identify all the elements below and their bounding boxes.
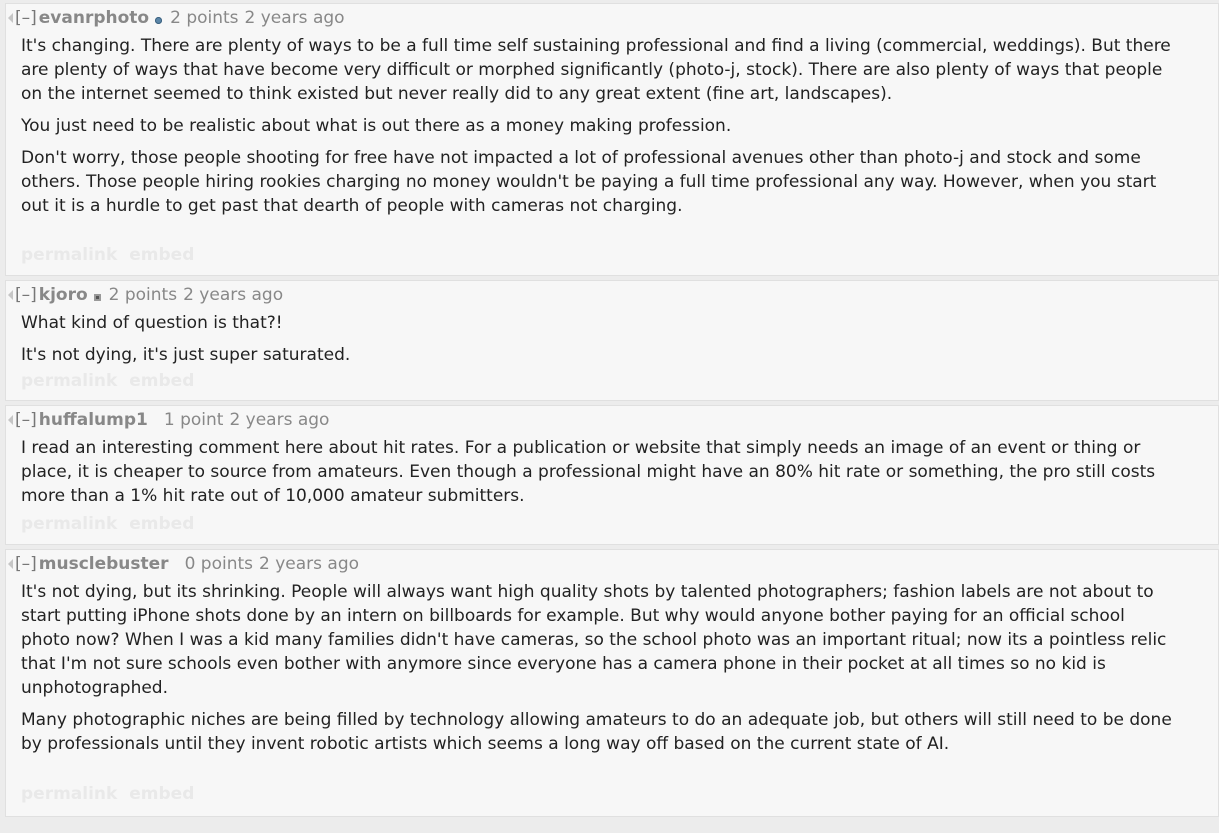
comment-body: It's not dying, but its shrinking. Peopl…: [21, 580, 1178, 764]
comment-paragraph: It's changing. There are plenty of ways …: [21, 36, 1171, 104]
embed-link[interactable]: embed: [129, 245, 194, 265]
collapse-toggle[interactable]: [–]: [15, 8, 37, 28]
collapse-arrow-icon[interactable]: [8, 13, 13, 23]
author-link[interactable]: huffalump1: [39, 410, 148, 430]
globe-icon: [155, 16, 163, 24]
comment-time: 2 years ago: [244, 8, 345, 28]
comment-time: 2 years ago: [183, 285, 284, 305]
comment-paragraph: I read an interesting comment here about…: [21, 438, 1156, 506]
comment-body: What kind of question is that?! It's not…: [21, 311, 1178, 375]
comment: [–] evanrphoto 2 points 2 years ago It's…: [5, 3, 1219, 276]
comment-buttons: permalink embed: [21, 514, 200, 534]
comment-tagline: [–] huffalump1 1 point 2 years ago: [8, 409, 329, 431]
comment-buttons: permalink embed: [21, 245, 200, 265]
permalink-link[interactable]: permalink: [21, 514, 117, 534]
comment-paragraph: It's not dying, it's just super saturate…: [21, 345, 351, 365]
comment: [–] musclebuster 0 points 2 years ago It…: [5, 549, 1219, 817]
comment-buttons: permalink embed: [21, 784, 200, 804]
comment-score: 0 points: [184, 554, 254, 574]
collapse-toggle[interactable]: [–]: [15, 285, 37, 305]
comment-paragraph: It's not dying, but its shrinking. Peopl…: [21, 582, 1167, 698]
collapse-arrow-icon[interactable]: [8, 290, 13, 300]
comment-paragraph: What kind of question is that?!: [21, 313, 283, 333]
comment-time: 2 years ago: [229, 410, 330, 430]
comment-buttons: permalink embed: [21, 371, 200, 391]
collapse-arrow-icon[interactable]: [8, 415, 13, 425]
comment-tagline: [–] musclebuster 0 points 2 years ago: [8, 553, 359, 575]
comment: [–] huffalump1 1 point 2 years ago I rea…: [5, 405, 1219, 545]
embed-link[interactable]: embed: [129, 371, 194, 391]
comment-score: 1 point: [163, 410, 224, 430]
collapse-arrow-icon[interactable]: [8, 559, 13, 569]
comment-body: It's changing. There are plenty of ways …: [21, 34, 1178, 226]
permalink-link[interactable]: permalink: [21, 784, 117, 804]
comment-paragraph: You just need to be realistic about what…: [21, 116, 732, 136]
comment-tagline: [–] kjoro 2 points 2 years ago: [8, 284, 283, 306]
collapse-toggle[interactable]: [–]: [15, 554, 37, 574]
author-link[interactable]: kjoro: [39, 285, 88, 305]
permalink-link[interactable]: permalink: [21, 371, 117, 391]
permalink-link[interactable]: permalink: [21, 245, 117, 265]
embed-link[interactable]: embed: [129, 784, 194, 804]
comment-score: 2 points: [108, 285, 178, 305]
author-link[interactable]: evanrphoto: [39, 8, 149, 28]
embed-link[interactable]: embed: [129, 514, 194, 534]
comment-paragraph: Many photographic niches are being fille…: [21, 710, 1172, 754]
author-link[interactable]: musclebuster: [39, 554, 169, 574]
comment-time: 2 years ago: [259, 554, 360, 574]
comment-tagline: [–] evanrphoto 2 points 2 years ago: [8, 7, 345, 29]
comment-body: I read an interesting comment here about…: [21, 436, 1178, 516]
camera-icon: [93, 293, 101, 301]
comment: [–] kjoro 2 points 2 years ago What kind…: [5, 280, 1219, 401]
comment-paragraph: Don't worry, those people shooting for f…: [21, 148, 1157, 216]
collapse-toggle[interactable]: [–]: [15, 410, 37, 430]
comment-score: 2 points: [170, 8, 239, 28]
